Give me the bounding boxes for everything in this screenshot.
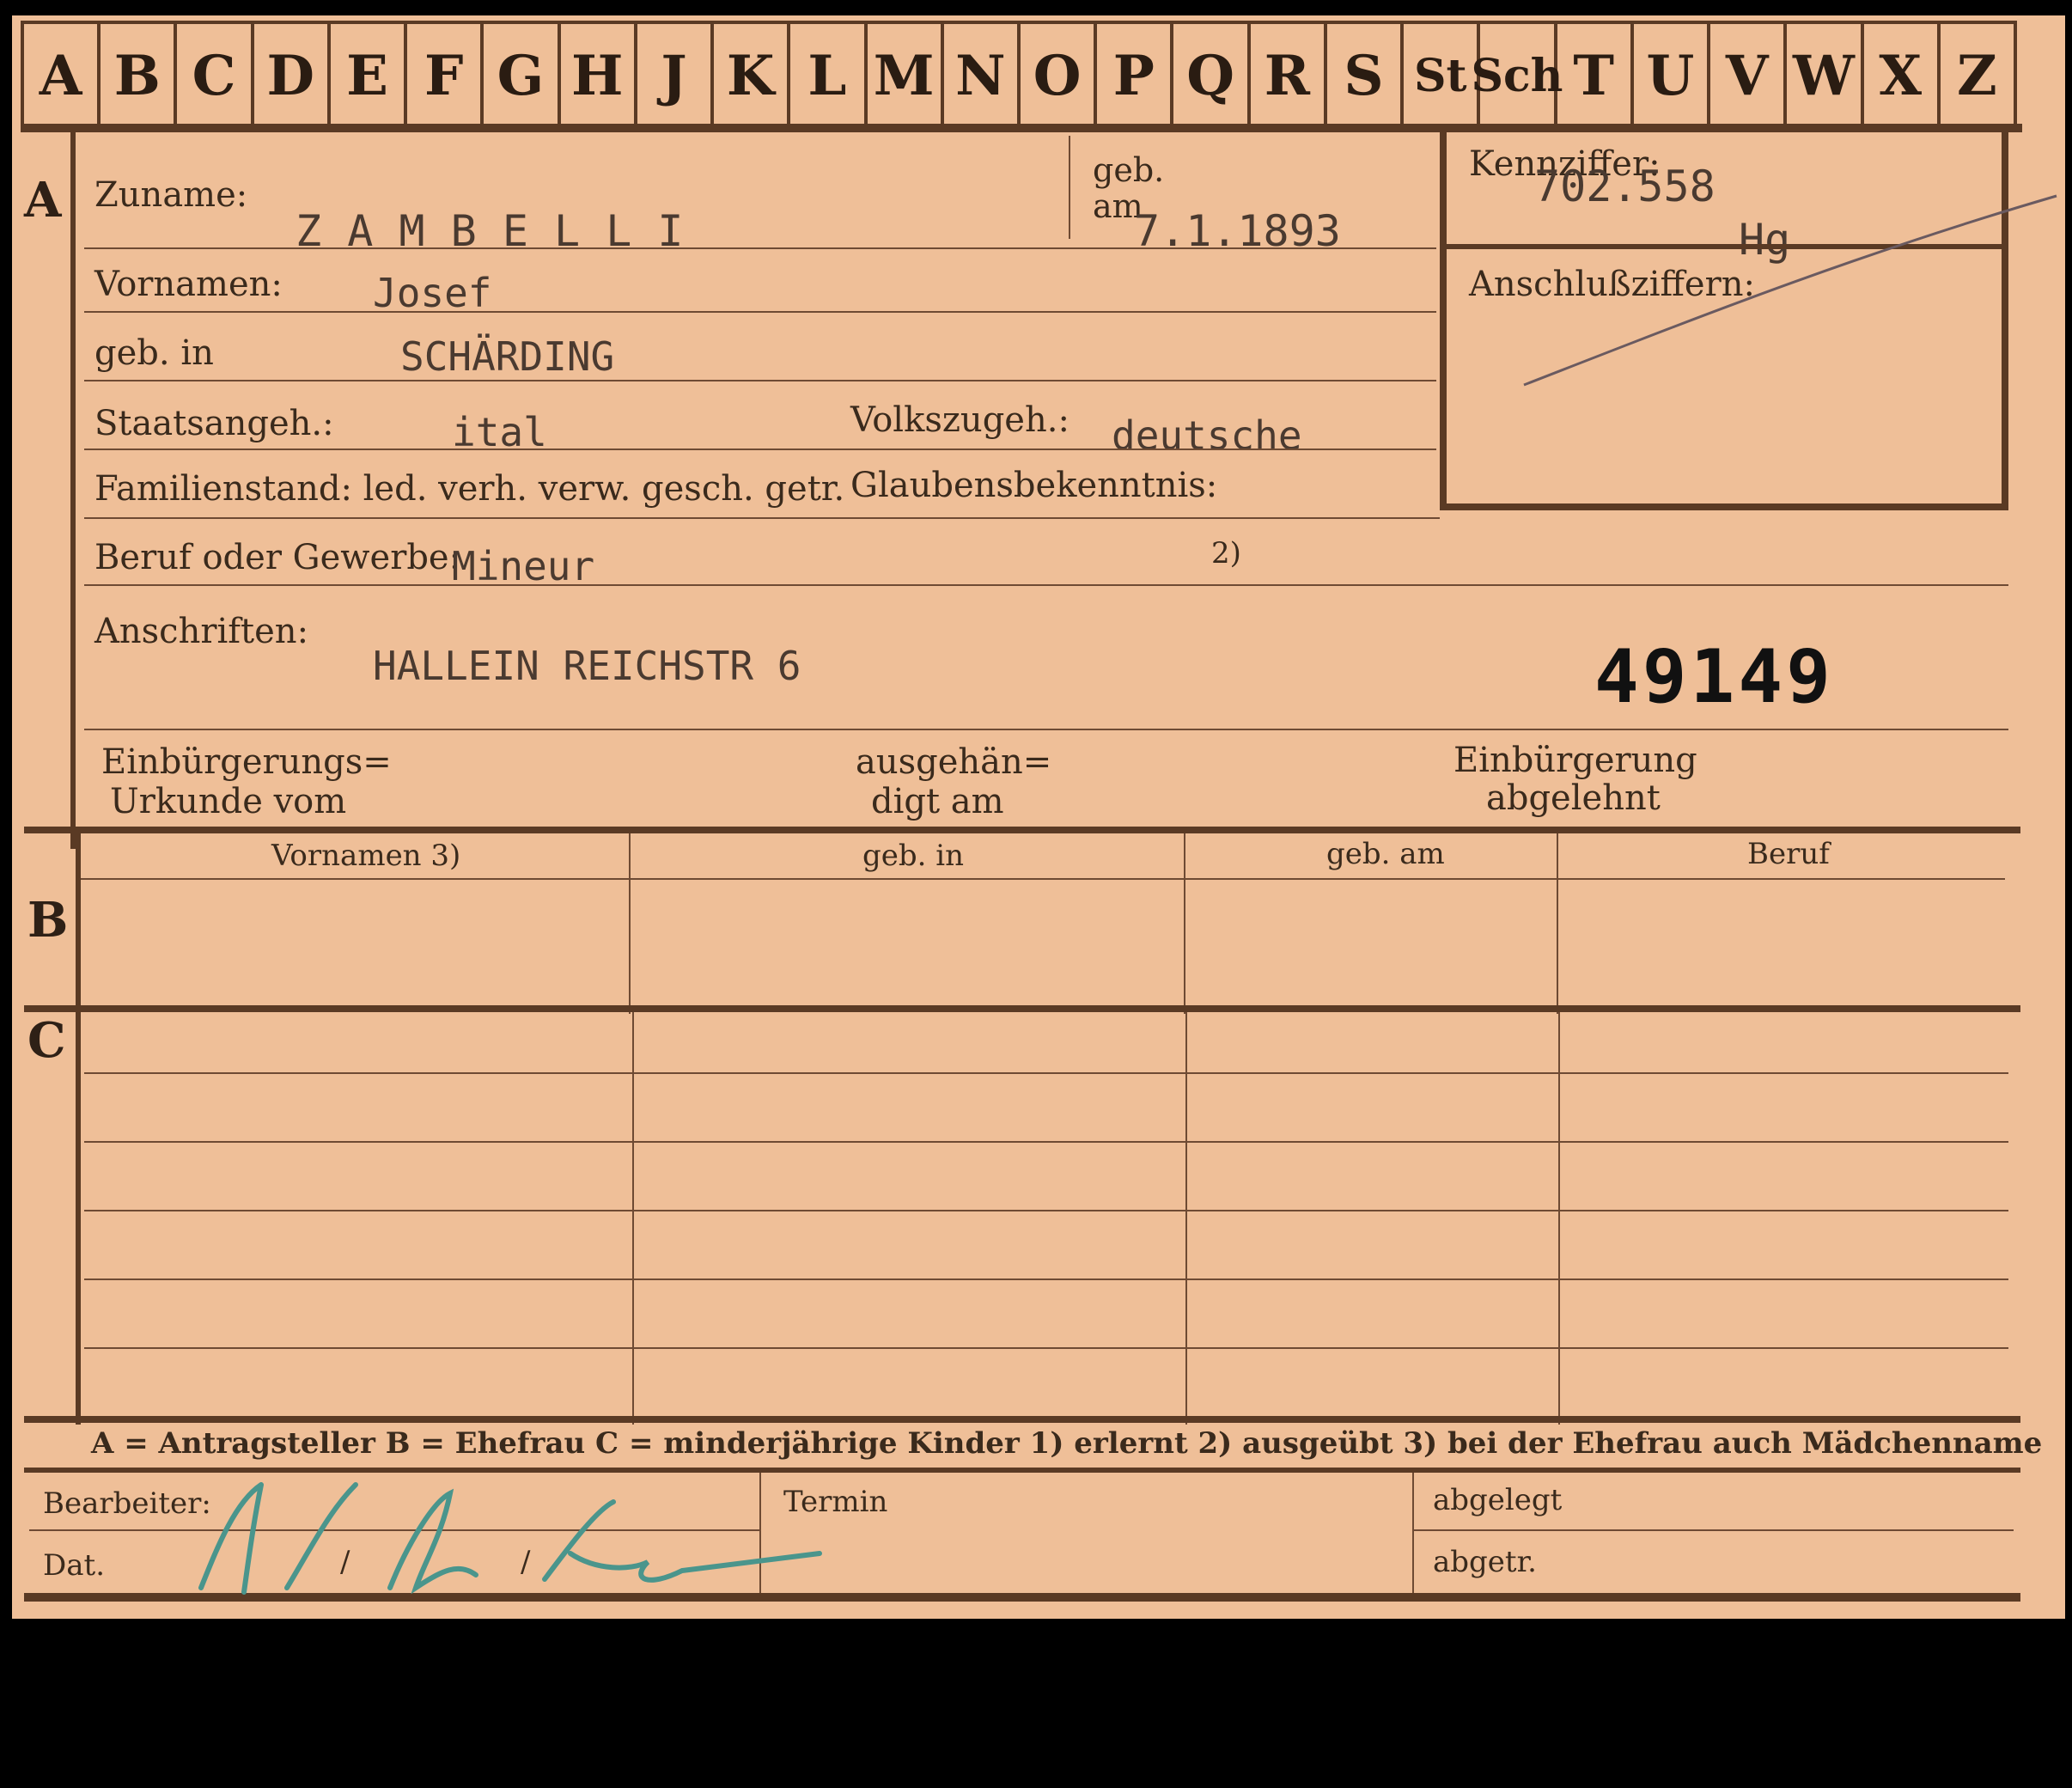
alphabet-tab-g: G [484,24,561,127]
alphabet-tab-a: A [24,24,101,127]
alphabet-tab-w: W [1787,24,1864,127]
alphabet-tab-k: K [714,24,791,127]
vornamen-value: Josef [373,270,492,316]
einbuergerungs-label-2: Urkunde vom [110,782,347,821]
alphabet-tab-t: T [1557,24,1634,127]
registration-card: A B C D E F G H J K L M N O P Q R S St Sch T U V W X Z A Zuname: … [12,15,2065,1619]
alphabet-tab-s: S [1327,24,1405,127]
geb-in-value: SCHÄRDING [400,333,615,380]
alphabet-tab-j: J [637,24,715,127]
b-col-geb-am: geb. am [1326,837,1445,871]
anschriften-value: HALLEIN REICHSTR 6 [373,643,801,689]
alphabet-tab-e: E [331,24,408,127]
alphabet-tab-m: M [868,24,944,127]
abgelehnt-label-1: Einbürgerung [1453,741,1697,780]
alphabet-tab-f: F [407,24,484,127]
einbuergerungs-label-1: Einbürgerungs= [101,742,392,782]
abgelehnt-label-2: abgelehnt [1486,778,1661,818]
alphabet-tab-z: Z [1941,24,2017,127]
alphabet-tab-u: U [1634,24,1711,127]
b-col-vornamen: Vornamen 3) [271,839,461,873]
c-row-rule [84,1072,2008,1074]
volkszugeh-label: Volkszugeh.: [850,400,1070,440]
ausgehaendigt-label-1: ausgehän= [856,742,1052,782]
dat-label: Dat. [43,1548,106,1583]
c-row-rule [84,1278,2008,1280]
alphabet-tab-d: D [254,24,331,127]
staatsangeh-label: Staatsangeh.: [94,404,334,443]
alphabet-tab-v: V [1710,24,1788,127]
beruf-footnote: 2) [1211,536,1241,571]
alphabet-tab-r: R [1251,24,1327,127]
alphabet-tab-c: C [177,24,254,127]
alphabet-tab-q: Q [1173,24,1251,127]
alphabet-tab-strip: A B C D E F G H J K L M N O P Q R S St Sch T U V W X Z [21,21,2017,127]
alphabet-tab-b: B [101,24,178,127]
b-col-beruf: Beruf [1747,837,1830,871]
alphabet-tab-o: O [1021,24,1098,127]
c-row-rule [84,1347,2008,1349]
strike-line [1523,194,2057,387]
familienstand-label: Familienstand: led. verh. verw. gesch. g… [94,469,845,509]
alphabet-tab-st: St [1404,24,1481,127]
alphabet-tab-h: H [561,24,637,127]
zuname-label: Zuname: [94,175,248,215]
ausgehaendigt-label-2: digt am [871,782,1004,821]
section-b-label: B [27,892,69,949]
alphabet-tab-p: P [1097,24,1174,127]
geb-in-label: geb. in [94,333,214,373]
glaubensbekenntnis-label: Glaubensbekenntnis: [850,466,1218,505]
vornamen-label: Vornamen: [94,265,283,304]
alphabet-tab-x: X [1864,24,1941,127]
beruf-label: Beruf oder Gewerbe: [94,538,461,577]
c-row-rule [84,1210,2008,1211]
b-col-geb-in: geb. in [862,839,965,873]
anschriften-label: Anschriften: [94,612,309,651]
abgelegt-label: abgelegt [1433,1483,1563,1517]
alphabet-tab-sch: Sch [1471,24,1563,127]
alphabet-tab-n: N [944,24,1021,127]
geb-label: geb. [1093,151,1165,189]
section-a-label: A [24,172,62,229]
section-c-label: C [27,1012,66,1069]
abgetr-label: abgetr. [1433,1545,1537,1579]
beruf-value: Mineur [452,543,595,589]
legend: A = Antragsteller B = Ehefrau C = minder… [91,1426,2043,1461]
volkszugeh-value: deutsche [1112,412,1302,459]
stamp-number: 49149 [1594,634,1834,720]
handwritten-date-signature [198,1482,822,1595]
alphabet-tab-l: L [790,24,868,127]
c-row-rule [84,1141,2008,1143]
